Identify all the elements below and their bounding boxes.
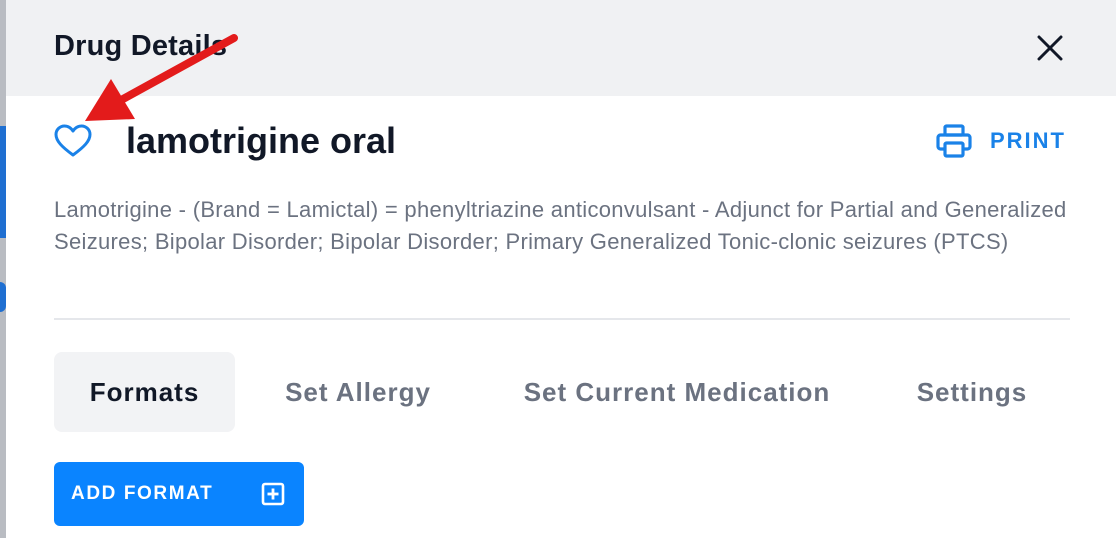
modal-header: Drug Details <box>6 0 1116 96</box>
tab-formats[interactable]: Formats <box>54 352 235 432</box>
drug-details-modal: Drug Details lamotrigine oral PRINT Lamo… <box>6 0 1116 538</box>
drug-description: Lamotrigine - (Brand = Lamictal) = pheny… <box>54 197 1067 254</box>
favorite-button[interactable] <box>52 120 94 162</box>
drug-name: lamotrigine oral <box>126 120 397 161</box>
tab-set-allergy[interactable]: Set Allergy <box>235 352 481 432</box>
add-format-label: ADD FORMAT <box>71 483 214 504</box>
divider <box>54 318 1070 320</box>
printer-icon <box>936 124 972 158</box>
tab-set-current-medication[interactable]: Set Current Medication <box>481 352 873 432</box>
add-format-button[interactable]: ADD FORMAT <box>54 462 304 526</box>
close-icon <box>1037 35 1063 61</box>
modal-title: Drug Details <box>54 30 228 62</box>
print-button[interactable]: PRINT <box>936 120 1066 162</box>
tab-settings[interactable]: Settings <box>873 352 1071 432</box>
tab-bar: Formats Set Allergy Set Current Medicati… <box>54 352 1071 432</box>
page: Drug Details lamotrigine oral PRINT Lamo… <box>0 0 1116 538</box>
heart-outline-icon <box>54 124 92 157</box>
close-button[interactable] <box>1030 28 1070 68</box>
plus-square-icon <box>261 482 285 506</box>
print-label: PRINT <box>990 128 1066 153</box>
